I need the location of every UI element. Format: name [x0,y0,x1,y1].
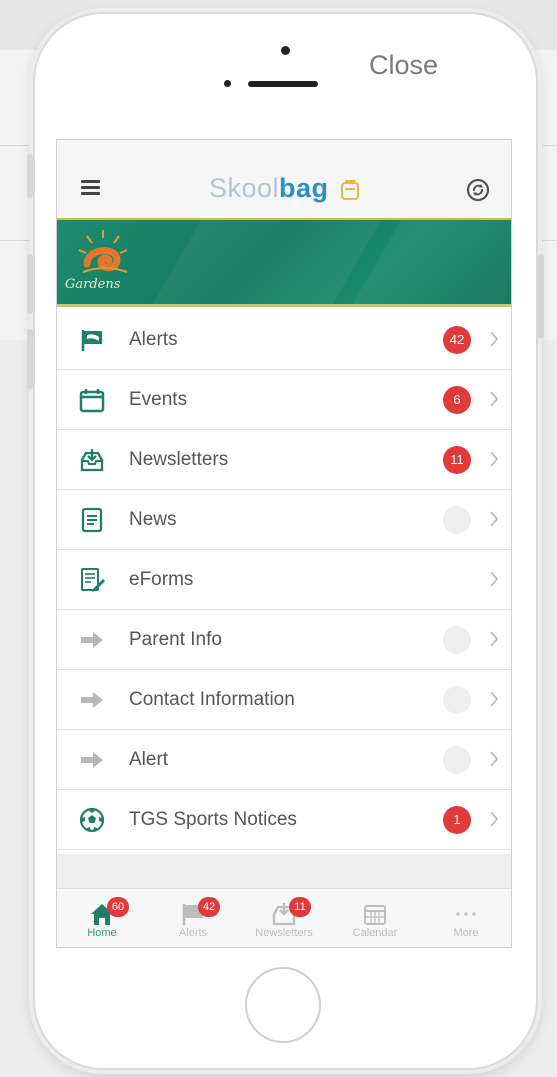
menu-item-newsletters[interactable]: Newsletters 11 [57,430,511,490]
chevron-right-icon [490,691,499,707]
tab-label: Alerts [178,927,208,939]
menu-list: Alerts 42 Events 6 Newsletters 11 News e… [57,310,511,850]
menu-item-label: Newsletters [129,449,229,470]
phone-home-button[interactable] [245,967,321,1043]
hamburger-menu-icon[interactable] [81,180,100,195]
chevron-right-icon [490,391,499,407]
document-icon [81,507,103,533]
app-screen: Skoolbag Gardens Alerts 42 Events 6 News… [56,139,512,948]
school-name-text: Gardens [65,277,121,292]
menu-item-label: eForms [129,569,194,590]
tab-alerts[interactable]: 42 Alerts [148,889,238,947]
tab-newsletters[interactable]: 11 Newsletters [239,889,329,947]
chevron-right-icon [490,451,499,467]
tab-badge: 42 [198,897,220,917]
logo-text-part1: Skool [209,173,280,203]
menu-item-label: Alert [129,749,169,770]
menu-item-eforms[interactable]: eForms [57,550,511,610]
phone-camera-icon [224,80,231,87]
count-badge [443,686,471,714]
menu-item-label: TGS Sports Notices [129,809,297,830]
tab-badge: 11 [289,897,311,917]
tab-label: Calendar [352,927,398,939]
menu-item-alert[interactable]: Alert [57,730,511,790]
tab-more[interactable]: More [421,889,511,947]
app-logo: Skoolbag [209,173,360,204]
sync-icon[interactable] [466,178,490,202]
tab-home[interactable]: 60 Home [57,889,147,947]
tab-label: Home [87,927,117,939]
soccer-ball-icon [79,807,105,833]
arrow-right-icon [81,752,103,768]
inbox-download-icon [80,449,104,472]
chevron-right-icon [490,631,499,647]
tab-badge: 60 [107,897,129,917]
menu-item-parent-info[interactable]: Parent Info [57,610,511,670]
form-edit-icon [81,568,105,592]
close-button[interactable]: Close [369,50,438,81]
phone-speaker-icon [248,81,318,87]
menu-item-tgs-sports-notices[interactable]: TGS Sports Notices 1 [57,790,511,850]
school-banner: Gardens [57,220,511,307]
menu-item-alerts[interactable]: Alerts 42 [57,310,511,370]
phone-sensor-icon [281,46,290,55]
count-badge [443,506,471,534]
chevron-right-icon [490,811,499,827]
calendar-icon [79,389,105,413]
phone-side-button [27,254,33,314]
chevron-right-icon [490,511,499,527]
count-badge [443,746,471,774]
menu-item-label: Alerts [129,329,178,350]
menu-item-label: News [129,509,177,530]
menu-item-label: Events [129,389,188,410]
count-badge [443,626,471,654]
count-badge: 1 [443,806,471,834]
bottom-tab-bar: 60 Home 42 Alerts 11 Newsletters Calenda… [57,888,511,947]
chevron-right-icon [490,571,499,587]
more-dots-icon [456,912,476,916]
tab-label: Newsletters [255,927,313,939]
chevron-right-icon [490,331,499,347]
tab-calendar[interactable]: Calendar [330,889,420,947]
menu-item-contact-information[interactable]: Contact Information [57,670,511,730]
count-badge: 11 [443,446,471,474]
count-badge: 42 [443,326,471,354]
menu-item-news[interactable]: News [57,490,511,550]
count-badge: 6 [443,386,471,414]
tab-label: More [453,927,479,939]
app-header: Skoolbag [57,140,511,220]
school-bag-icon [340,180,359,200]
logo-text-part2: bag [279,173,329,203]
phone-side-button [538,254,544,339]
arrow-right-icon [81,632,103,648]
chevron-right-icon [490,751,499,767]
calendar-grid-icon [364,905,386,925]
phone-side-button [27,329,33,389]
phone-side-button [27,154,33,198]
menu-item-label: Parent Info [129,629,222,650]
flag-icon [81,330,102,351]
menu-item-events[interactable]: Events 6 [57,370,511,430]
menu-item-label: Contact Information [129,689,295,710]
arrow-right-icon [81,692,103,708]
